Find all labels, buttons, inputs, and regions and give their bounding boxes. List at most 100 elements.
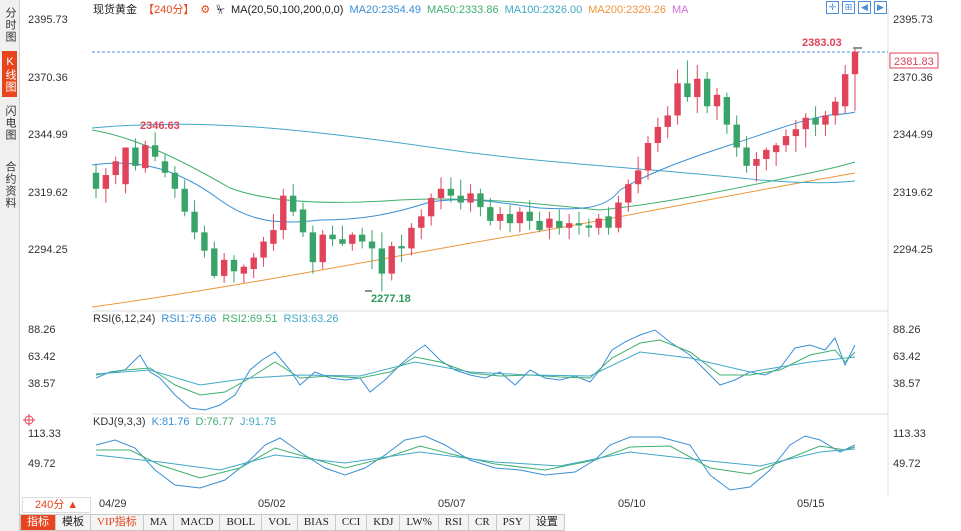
tab-indicators[interactable]: 指标	[20, 514, 56, 531]
date-tick: 05/15	[797, 498, 825, 510]
ma100-value: MA100:2326.00	[504, 4, 583, 16]
candle-body	[339, 239, 346, 244]
candle-body	[684, 83, 691, 98]
candle-body	[556, 220, 563, 228]
tab-kdj[interactable]: KDJ	[367, 514, 401, 531]
candle-body	[812, 117, 819, 125]
low-annotation: 2277.18	[371, 293, 411, 305]
mid-high-annotation: 2346.63	[140, 120, 180, 132]
candle-body	[634, 170, 642, 185]
tab-cci[interactable]: CCI	[335, 514, 368, 531]
crosshair-icon[interactable]	[23, 414, 35, 426]
right-price-tick: 2395.73	[893, 14, 933, 26]
candle-body	[506, 214, 514, 224]
kdj-j-value: J:91.75	[240, 416, 277, 428]
tab-boll[interactable]: BOLL	[220, 514, 263, 531]
ma20-value: MA20:2354.49	[349, 4, 422, 16]
candle-body	[851, 51, 859, 75]
settings-gear-icon[interactable]: ⚙	[200, 4, 210, 16]
rsi-legend: RSI(6,12,24) RSI1:75.66 RSI2:69.51 RSI3:63.…	[93, 312, 345, 326]
candle-body	[477, 193, 484, 208]
scroll-right-icon[interactable]: ▶	[874, 1, 887, 14]
tab-cr[interactable]: CR	[468, 514, 497, 531]
tab-psy[interactable]: PSY	[496, 514, 530, 531]
tab-templates[interactable]: 模板	[56, 514, 91, 531]
crosshair-toggle-icon[interactable]: ✛	[826, 1, 839, 14]
candle-body	[260, 241, 267, 258]
rsi3-value: RSI3:63.26	[283, 313, 339, 325]
candle-body	[585, 225, 593, 228]
candle-body	[526, 211, 533, 221]
rsi-tick: 38.57	[893, 378, 921, 390]
candle-body	[151, 145, 159, 157]
candle-body	[674, 83, 681, 116]
candle-body	[201, 232, 208, 251]
candle-body	[703, 78, 711, 107]
candle-body	[822, 115, 829, 125]
candle-body	[240, 266, 248, 274]
ma50-value: MA50:2333.86	[427, 4, 499, 16]
candle-body	[467, 193, 474, 203]
tab-lw[interactable]: LW%	[400, 514, 439, 531]
period-label[interactable]: 【240分】	[143, 4, 194, 16]
candle-body	[723, 97, 731, 125]
tab-ma[interactable]: MA	[143, 514, 175, 531]
right-price-tick: 2319.62	[893, 187, 933, 199]
candle-body	[753, 159, 760, 166]
candle-body	[565, 223, 573, 228]
candle-body	[161, 161, 169, 173]
ma-icon: ⏧	[216, 4, 225, 16]
date-tick: 05/10	[618, 498, 646, 510]
candle-body	[447, 188, 455, 196]
scroll-left-icon[interactable]: ◀	[858, 1, 871, 14]
candle-body	[644, 142, 652, 171]
candle-body	[142, 145, 149, 169]
rsi2-line	[95, 339, 856, 396]
candlestick-series	[92, 48, 859, 292]
kdj-title[interactable]: KDJ(9,3,3)	[93, 416, 146, 428]
candle-body	[802, 117, 809, 130]
rsi3-line	[95, 351, 856, 386]
ma-extra: MA	[671, 4, 689, 16]
left-price-tick: 2370.36	[28, 72, 68, 84]
rsi-tick: 63.42	[28, 351, 56, 363]
candle-body	[782, 136, 790, 146]
kdj-k-value: K:81.76	[151, 416, 190, 428]
candle-body	[763, 149, 770, 159]
candle-body	[733, 124, 740, 148]
ma-params[interactable]: MA(20,50,100,200,0,0)	[231, 4, 344, 16]
candle-body	[388, 246, 395, 274]
tab-settings[interactable]: 设置	[529, 514, 565, 531]
candle-body	[181, 188, 188, 212]
candle-body	[280, 195, 287, 231]
kdj-j-line	[95, 435, 856, 491]
candle-body	[832, 101, 839, 116]
candle-body	[408, 227, 415, 249]
tab-vol[interactable]: VOL	[262, 514, 298, 531]
period-selector-button[interactable]: 240分 ▲	[22, 497, 91, 513]
rsi-tick: 88.26	[893, 324, 921, 336]
candle-body	[171, 172, 179, 189]
kdj-legend: KDJ(9,3,3) K:81.76 D:76.77 J:91.75	[93, 415, 282, 429]
candle-body	[358, 234, 366, 242]
candle-body	[191, 211, 198, 233]
current-price-label: 2381.83	[894, 56, 934, 68]
tab-bias[interactable]: BIAS	[297, 514, 336, 531]
left-price-tick: 2344.99	[28, 129, 68, 141]
tab-rsi[interactable]: RSI	[438, 514, 469, 531]
rsi-title[interactable]: RSI(6,12,24)	[93, 313, 155, 325]
kdj-tick: 49.72	[893, 458, 921, 470]
rsi-tick: 38.57	[28, 378, 56, 390]
candle-body	[230, 259, 238, 272]
tab-vip-indicators[interactable]: VIP指标	[91, 514, 144, 531]
candle-body	[309, 232, 317, 263]
candle-body	[694, 78, 701, 98]
ma100-line	[91, 123, 856, 184]
zoom-in-icon[interactable]: ⊞	[842, 1, 855, 14]
candle-body	[437, 188, 445, 198]
tab-macd[interactable]: MACD	[174, 514, 221, 531]
window-controls: ✛ ⊞ ◀ ▶	[826, 1, 887, 14]
candle-body	[398, 246, 405, 249]
chart-canvas: 2395.73 2370.36 2344.99 2319.62 2294.25 …	[23, 8, 939, 497]
candle-body	[713, 94, 721, 107]
